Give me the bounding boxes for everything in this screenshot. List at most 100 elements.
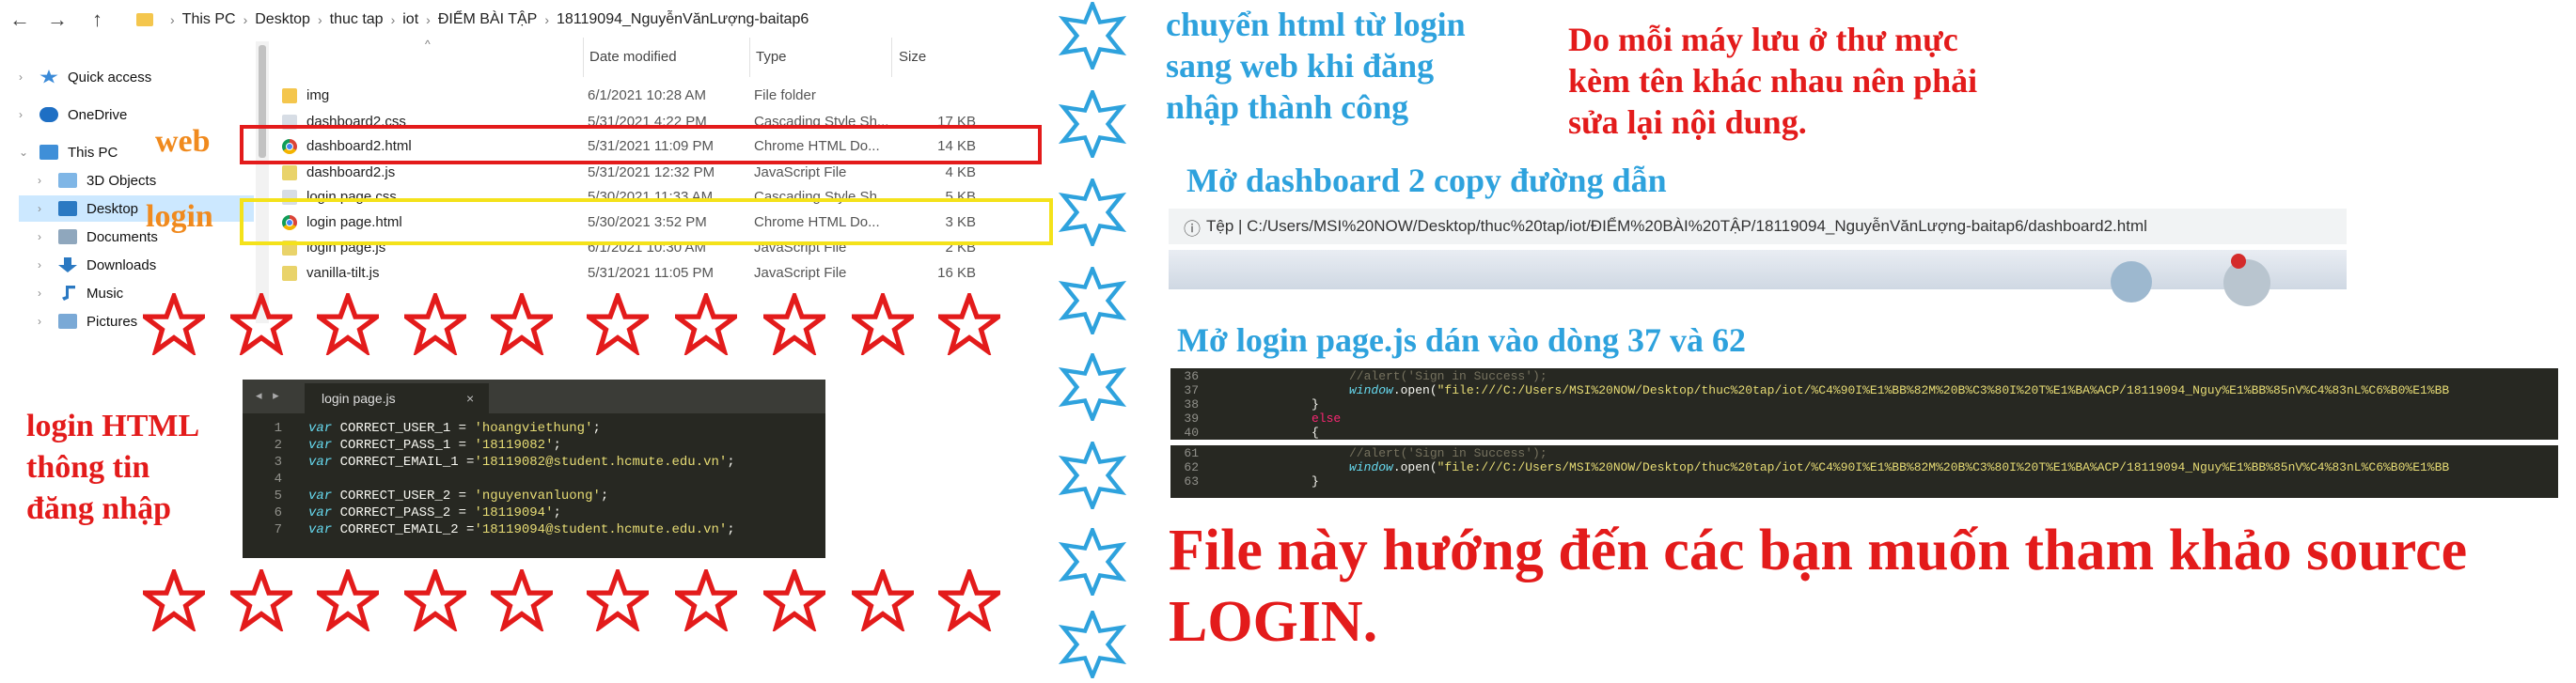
close-icon[interactable]: × [466,391,474,406]
red-star-icon [669,565,743,634]
breadcrumb-item[interactable]: This PC [182,11,236,28]
sidebar-item-pictures[interactable]: › Pictures [38,308,137,334]
line-number: 1 [274,421,282,436]
code-text: window.open("file:///C:/Users/MSI%20NOW/… [1349,383,2450,397]
page-preview [1169,250,2347,289]
open-dashboard-note: Mở dashboard 2 copy đường dẫn [1186,162,1667,199]
red-star-icon [485,288,558,358]
red-star-icon [137,565,211,634]
code-text: } [1312,397,1319,411]
code-line[interactable]: 3 var CORRECT_EMAIL_1 ='18119082@student.… [243,455,825,472]
code-line[interactable]: 4 [243,472,825,489]
desktop-icon [58,201,77,216]
column-header-date[interactable]: Date modified [589,49,677,65]
blue-star-icon [1058,524,1127,599]
red-star-icon [311,288,385,358]
chevron-right-icon: › [38,287,41,300]
code-text: var CORRECT_USER_1 = 'hoangviethung'; [308,421,601,436]
chevron-right-icon: › [19,108,23,121]
red-star-icon [846,288,919,358]
line-number: 39 [1184,411,1199,426]
browser-address-bar: ⓘ Tệp | C:/Users/MSI%20NOW/Desktop/thuc%… [1169,209,2347,306]
chevron-right-icon: › [38,258,41,272]
red-star-icon [399,565,472,634]
sidebar-item-downloads[interactable]: › Downloads [38,252,156,278]
red-star-icon [581,565,654,634]
red-star-icon [669,288,743,358]
blue-star-icon [1058,175,1127,250]
line-number: 37 [1184,383,1199,397]
url-field[interactable]: ⓘ Tệp | C:/Users/MSI%20NOW/Desktop/thuc%… [1169,209,2347,244]
music-icon [62,286,75,301]
red-star-icon [758,565,831,634]
breadcrumb-item[interactable]: ĐIỂM BÀI TẬP [438,11,538,28]
sidebar-item-3d-objects[interactable]: › 3D Objects [38,167,156,194]
code-line[interactable]: 40 { [1170,426,2558,440]
star-icon [39,70,58,84]
url-text[interactable]: Tệp | C:/Users/MSI%20NOW/Desktop/thuc%20… [1206,217,2147,236]
breadcrumb-item[interactable]: Desktop [255,11,310,28]
line-number: 3 [274,455,282,470]
code-line[interactable]: 63} [1170,474,2558,491]
chevron-right-icon: › [19,70,23,84]
line-number: 5 [274,489,282,504]
line-number: 62 [1184,460,1199,474]
code-line[interactable]: 6 var CORRECT_PASS_2 = '18119094'; [243,505,825,522]
breadcrumb-item[interactable]: 18119094_NguyễnVănLượng-baitap6 [557,11,809,28]
column-header-type[interactable]: Type [756,49,787,65]
code-text: var CORRECT_PASS_2 = '18119094'; [308,505,561,520]
sidebar-item-music[interactable]: › Music [38,280,123,306]
blue-star-icon [1058,349,1127,425]
sidebar-scrollbar[interactable] [256,41,269,323]
chevron-right-icon: › [38,202,41,215]
info-icon[interactable]: ⓘ [1184,216,1201,241]
forward-arrow-icon[interactable]: → [47,8,68,32]
footer-note: File này hướng đến các bạn muốn tham khả… [1169,519,2468,654]
tab-login-page-js[interactable]: login page.js × [305,383,489,413]
code-text: var CORRECT_USER_2 = 'nguyenvanluong'; [308,489,609,504]
line-number: 2 [274,438,282,453]
sidebar-item-quick-access[interactable]: › Quick access [19,64,151,90]
back-arrow-icon[interactable]: ← [9,8,30,32]
js-file-icon [282,266,297,281]
blue-star-icon [1058,0,1127,73]
sidebar-item-onedrive[interactable]: › OneDrive [19,101,127,128]
login-html-note: login HTML thông tin đăng nhập [26,409,200,526]
sidebar-item-desktop[interactable]: › Desktop [19,195,254,222]
code-snippet-lines-36-40: 36 //alert('Sign in Success'); 37 window.op… [1170,368,2558,440]
breadcrumb-item[interactable]: iot [402,11,418,28]
code-text: else [1312,411,1342,426]
redirect-note: chuyển html từ login sang web khi đăng n… [1166,6,1466,126]
code-line[interactable]: 7 var CORRECT_EMAIL_2 ='18119094@student.… [243,522,825,539]
breadcrumb[interactable]: › This PC › Desktop › thuc tap › iot › Đ… [136,6,809,34]
blue-star-icon [1058,607,1127,682]
avatar [2111,261,2152,303]
code-line[interactable]: 5 var CORRECT_USER_2 = 'nguyenvanluong'; [243,489,825,505]
code-text: var CORRECT_EMAIL_2 ='18119094@student.h… [308,522,735,537]
web-highlight-box [240,125,1042,164]
file-row[interactable]: img 6/1/2021 10:28 AM File folder [273,83,997,109]
code-line[interactable]: 2 var CORRECT_PASS_1 = '18119082'; [243,438,825,455]
file-row[interactable]: vanilla-tilt.js 5/31/2021 11:05 PM JavaS… [273,260,997,287]
open-loginjs-note: Mở login page.js dán vào dòng 37 và 62 [1177,321,1747,359]
login-highlight-box [240,198,1053,245]
breadcrumb-item[interactable]: thuc tap [330,11,384,28]
sidebar-item-documents[interactable]: › Documents [38,224,158,250]
red-star-icon [225,565,298,634]
sidebar-item-this-pc[interactable]: ⌄ This PC [19,139,118,165]
tab-nav-arrows-icon[interactable]: ◂ ▸ [256,388,283,403]
red-star-icon [225,288,298,358]
chevron-right-icon: › [38,174,41,187]
up-arrow-icon[interactable]: ↑ [92,8,102,32]
column-header-size[interactable]: Size [899,49,926,65]
js-file-icon [282,165,297,180]
code-text: window.open("file:///C:/Users/MSI%20NOW/… [1349,460,2450,474]
avatar [2223,259,2270,306]
line-number: 4 [274,472,282,487]
computer-icon [39,145,58,160]
code-line[interactable]: 1 var CORRECT_USER_1 = 'hoangviethung'; [243,421,825,438]
document-icon [58,229,77,244]
chevron-down-icon: ⌄ [19,146,29,159]
red-star-icon [581,288,654,358]
code-editor: ◂ ▸ login page.js × 1 var CORRECT_USER_1 … [243,380,825,558]
